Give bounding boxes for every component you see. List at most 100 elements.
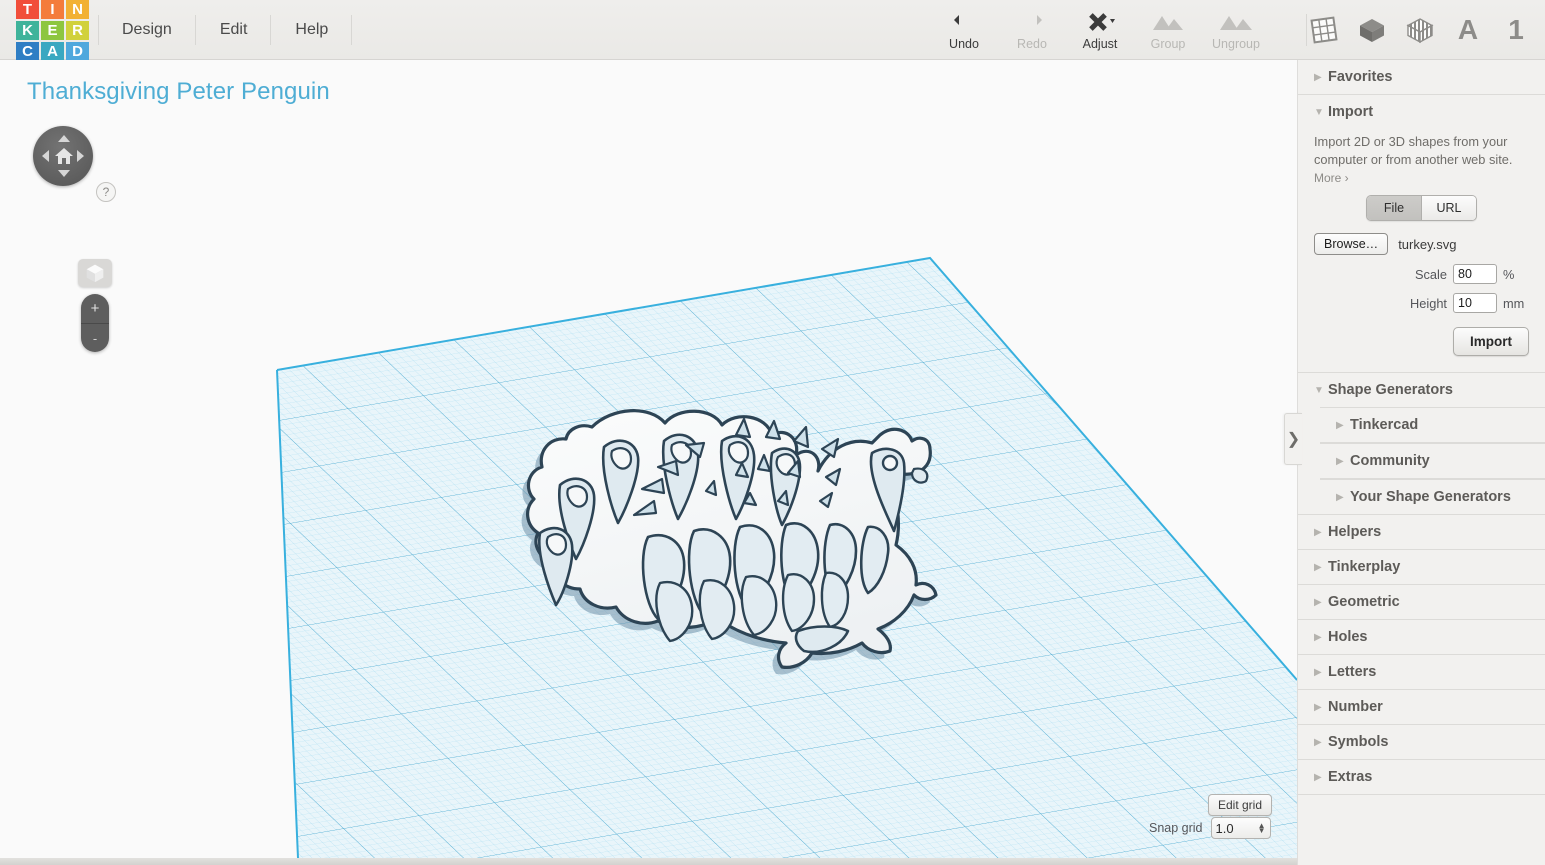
nav-up-arrow-icon[interactable] [58,135,70,142]
view-navigation-widget: ? + - [33,126,95,186]
shapes-panel: ▶ Favorites ▼ Import Import 2D or 3D sha… [1297,60,1545,865]
adjust-button[interactable]: Adjust [1066,0,1134,60]
stepper-icon: ▲▼ [1258,823,1266,833]
import-more-link[interactable]: More › [1314,171,1529,185]
number-label: Number [1328,699,1383,715]
tinkerplay-label: Tinkerplay [1328,559,1400,575]
logo-tile-r: R [66,21,89,40]
extras-header[interactable]: ▶Extras [1298,760,1545,794]
holes-header[interactable]: ▶Holes [1298,620,1545,654]
geometric-header[interactable]: ▶Geometric [1298,585,1545,619]
sub-header[interactable]: ▶Your Shape Generators [1320,480,1545,514]
chevron-right-icon: ▶ [1314,72,1328,83]
scale-input[interactable] [1453,264,1497,284]
scale-label: Scale [1397,267,1447,282]
sub-header[interactable]: ▶Community [1320,444,1545,478]
solid-cube-icon[interactable] [1352,0,1392,60]
letters-header[interactable]: ▶Letters [1298,655,1545,689]
holes-label: Holes [1328,629,1368,645]
3d-viewport[interactable]: Thanksgiving Peter Penguin ? [0,60,1297,858]
hole-cube-icon[interactable] [1400,0,1440,60]
chevron-right-icon: ▶ [1314,667,1328,678]
help-icon[interactable]: ? [96,182,116,202]
menu-item-design[interactable]: Design [98,0,196,60]
letter-a-icon[interactable]: A [1448,0,1488,60]
browse-button[interactable]: Browse… [1314,233,1388,255]
tinkerplay-header[interactable]: ▶Tinkerplay [1298,550,1545,584]
height-field-row: Height mm [1314,293,1529,313]
ungroup-button: Ungroup [1202,0,1270,60]
main-menu: DesignEditHelp [98,0,352,60]
number-one-icon[interactable]: 1 [1496,0,1536,60]
height-unit: mm [1503,296,1529,311]
snap-grid-select[interactable]: 1.0 ▲▼ [1211,817,1271,839]
scale-unit: % [1503,267,1529,282]
cube-icon [85,263,105,283]
shape-generator-community[interactable]: ▶Community [1320,443,1545,479]
symbols-header[interactable]: ▶Symbols [1298,725,1545,759]
panel-section-holes: ▶Holes [1298,620,1545,655]
design-title[interactable]: Thanksgiving Peter Penguin [27,78,330,106]
height-input[interactable] [1453,293,1497,313]
tab-url[interactable]: URL [1421,196,1476,220]
tinkercad-logo[interactable]: TINKERCAD [16,0,88,62]
import-description: Import 2D or 3D shapes from your compute… [1314,133,1529,169]
shape-generator-your-shape-generators[interactable]: ▶Your Shape Generators [1320,479,1545,514]
viewport-bottom-strip [0,858,1297,865]
group-label: Group [1151,37,1186,51]
adjust-label: Adjust [1083,37,1118,51]
menu-item-edit[interactable]: Edit [196,0,272,60]
undo-button[interactable]: Undo [930,0,998,60]
chevron-right-icon: ▶ [1314,562,1328,573]
import-header[interactable]: ▼ Import [1298,95,1545,129]
zoom-out-button[interactable]: - [81,324,109,353]
pan-orbit-disc[interactable] [33,126,93,186]
chevron-right-icon: ▶ [1336,456,1350,467]
helpers-header[interactable]: ▶Helpers [1298,515,1545,549]
shape-generator-tinkercad[interactable]: ▶Tinkercad [1320,407,1545,443]
nav-down-arrow-icon[interactable] [58,170,70,177]
fit-view-cube-button[interactable] [78,259,112,287]
adjust-icon [1085,9,1115,35]
panel-section-shape-generators: ▼ Shape Generators ▶Tinkercad▶Community▶… [1298,373,1545,515]
nav-left-arrow-icon[interactable] [42,150,49,162]
favorites-header[interactable]: ▶ Favorites [1298,60,1545,94]
zoom-in-button[interactable]: + [81,294,109,324]
helpers-label: Helpers [1328,524,1381,540]
import-button-wrap: Import [1314,327,1529,356]
logo-tile-k: K [16,21,39,40]
shape-generators-label: Shape Generators [1328,382,1453,398]
favorites-label: Favorites [1328,69,1392,85]
redo-label: Redo [1017,37,1047,51]
import-source-tabs-wrap: File URL [1314,195,1529,221]
chevron-right-icon: ▶ [1314,632,1328,643]
sub-label: Community [1350,453,1430,469]
chevron-right-icon: ▶ [1314,772,1328,783]
chevron-right-icon: ▶ [1314,702,1328,713]
zoom-controls: + - [81,294,109,352]
import-body: Import 2D or 3D shapes from your compute… [1298,129,1545,372]
sub-header[interactable]: ▶Tinkercad [1320,408,1545,442]
menu-item-help[interactable]: Help [271,0,352,60]
tab-file[interactable]: File [1367,196,1421,220]
number-header[interactable]: ▶Number [1298,690,1545,724]
import-label: Import [1328,104,1373,120]
scale-field-row: Scale % [1314,264,1529,284]
symbols-label: Symbols [1328,734,1388,750]
panel-collapse-handle[interactable]: ❯ [1284,413,1302,465]
home-view-icon[interactable] [54,146,74,166]
nav-right-arrow-icon[interactable] [77,150,84,162]
edit-grid-button[interactable]: Edit grid [1208,794,1272,816]
shape-generators-header[interactable]: ▼ Shape Generators [1298,373,1545,407]
redo-icon [1019,9,1045,35]
import-button[interactable]: Import [1453,327,1529,356]
panel-section-letters: ▶Letters [1298,655,1545,690]
logo-tile-t: T [16,0,39,19]
chevron-down-icon: ▼ [1314,107,1328,118]
snap-grid-label: Snap grid [1149,821,1203,835]
group-button: Group [1134,0,1202,60]
panel-section-favorites: ▶ Favorites [1298,60,1545,95]
workplane-icon[interactable] [1304,0,1344,60]
import-source-tabs: File URL [1366,195,1477,221]
logo-tile-a: A [41,42,64,61]
